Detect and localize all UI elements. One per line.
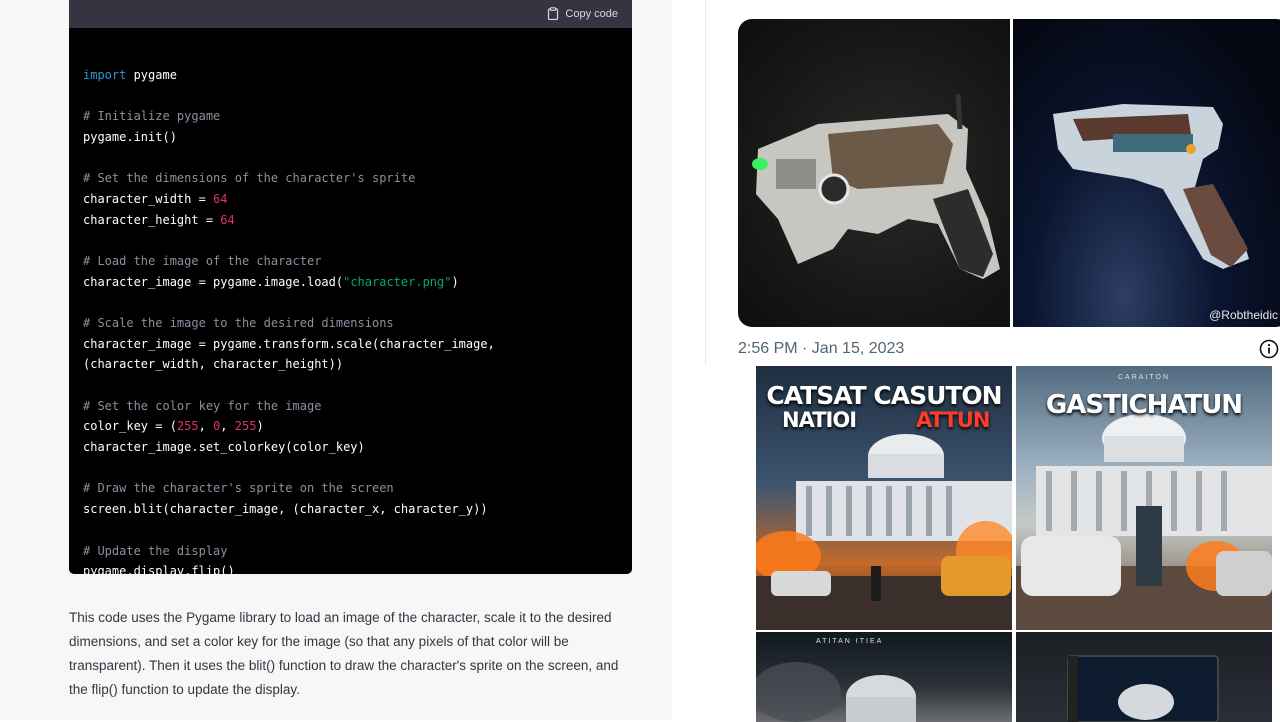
code-block: Copy code import pygame # Initialize pyga… [69,0,632,574]
poster-title: GASTICHATUN [1045,390,1243,420]
chat-panel: Copy code import pygame # Initialize pyga… [0,0,672,720]
poster-image-grid[interactable]: CATSAT CASUTON NATIOI ATTUN CARAITON GAST… [756,366,1272,722]
code-number: 64 [213,191,228,206]
tweet-image-gun-left[interactable] [738,19,1010,327]
code-comment: # Set the color key for the image [83,398,322,413]
code-text: , [220,419,235,434]
code-comment: # Load the image of the character [83,253,322,268]
code-header: Copy code [69,0,632,28]
copy-code-label: Copy code [565,7,618,20]
code-line: character_image = pygame.image.load("cha… [83,272,618,293]
tweet-image-gun-right[interactable]: @Robtheidic [1013,19,1280,327]
code-text: color_key = ( [83,419,177,434]
code-line: character_image.set_colorkey(color_key) [83,440,365,455]
code-text: pygame [126,67,177,82]
copy-code-button[interactable]: Copy code [547,7,618,20]
gun-illustration [1053,104,1249,269]
code-keyword: import [83,67,127,82]
poster-image[interactable] [1016,632,1272,722]
poster-small-text: ATITAN ITIEA [816,638,884,645]
poster-image[interactable]: ATITAN ITIEA [756,632,1012,722]
code-number: 255 [234,419,257,434]
poster-title: CATSAT CASUTON [766,381,1002,410]
code-line: character_image = pygame.transform.scale… [83,336,495,351]
poster-subtitle-white: NATIOI [782,408,857,432]
code-content[interactable]: import pygame # Initialize pygame pygame.i… [69,28,632,574]
poster-subtitle: NATIOI ATTUN [756,408,1012,432]
info-icon[interactable] [1259,339,1279,359]
code-line: pygame.display.flip() [83,564,235,574]
code-text: character_height = [83,212,221,227]
code-text: ) [451,274,459,289]
poster-subtitle-red: ATTUN [916,408,990,432]
tweet-timestamp[interactable]: 2:56 PM · Jan 15, 2023 [738,340,904,358]
poster-small-text: CARAITON [1117,374,1171,381]
poster-image[interactable]: CARAITON GASTICHATUN [1016,366,1272,630]
tweet-media-grid[interactable]: @Robtheidic [738,19,1280,327]
gun-illustration [752,93,1000,279]
code-line: pygame.init() [83,129,177,144]
code-text: , [198,419,214,434]
code-line: screen.blit(character_image, (character_… [83,502,488,517]
code-line: color_key = (255, 0, 255) [83,416,618,437]
code-line: character_width = 64 [83,189,618,210]
column-divider [705,0,706,365]
image-watermark-handle: @Robtheidic [1209,308,1278,322]
poster-image[interactable]: CATSAT CASUTON NATIOI ATTUN [756,366,1012,630]
code-comment: # Update the display [83,543,228,558]
code-comment: # Scale the image to the desired dimensi… [83,315,394,330]
code-string: "character.png" [343,274,452,289]
capitol-illustration [756,662,916,722]
code-text: character_image = pygame.image.load( [83,274,344,289]
code-line: (character_width, character_height)) [83,357,344,372]
code-comment: # Set the dimensions of the character's … [83,171,416,186]
code-line: character_height = 64 [83,210,618,231]
game-case-illustration [1067,655,1219,722]
code-comment: # Initialize pygame [83,109,221,124]
code-line: import pygame [83,65,618,86]
code-number: 255 [176,419,199,434]
code-number: 64 [220,212,235,227]
code-text: character_width = [83,191,214,206]
code-comment: # Draw the character's sprite on the scr… [83,481,394,496]
assistant-explanation: This code uses the Pygame library to loa… [69,610,619,697]
clipboard-icon [548,7,559,20]
code-text: ) [256,419,264,434]
